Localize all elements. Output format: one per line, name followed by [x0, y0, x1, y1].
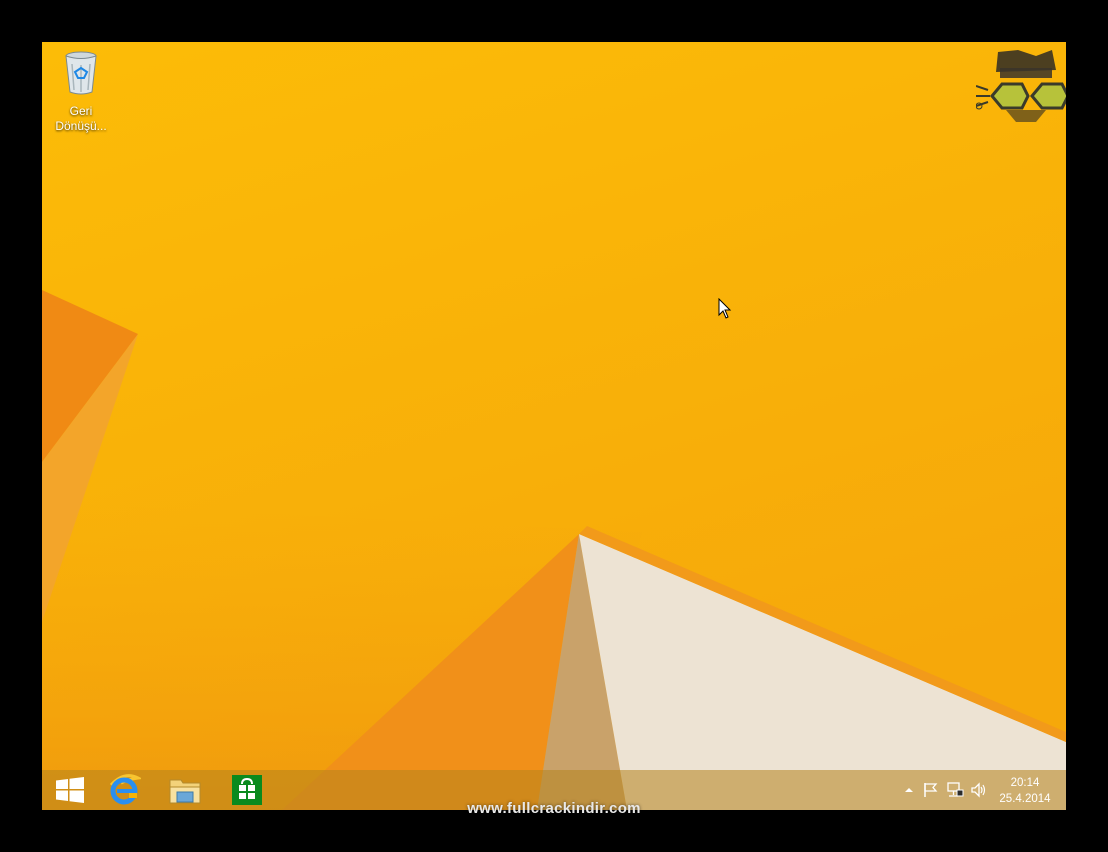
show-hidden-icons-icon[interactable] — [900, 782, 918, 798]
action-center-flag-icon[interactable] — [922, 782, 940, 798]
site-logo-watermark — [976, 50, 1066, 122]
network-icon[interactable] — [946, 782, 964, 798]
mouse-pointer-icon — [718, 298, 732, 319]
desktop-screen: Geri Dönüşü... 20:14 25.4.2014 — [42, 42, 1066, 810]
volume-icon[interactable] — [970, 782, 988, 798]
desktop-icon-label: Geri Dönüşü... — [55, 104, 107, 133]
desktop-wallpaper — [42, 42, 1066, 810]
desktop-icon-recycle-bin[interactable]: Geri Dönüşü... — [50, 50, 112, 134]
watermark-text: www.fullcrackindir.com — [467, 800, 641, 817]
clock-time: 20:14 — [1010, 777, 1040, 789]
recycle-bin-icon — [65, 51, 97, 95]
